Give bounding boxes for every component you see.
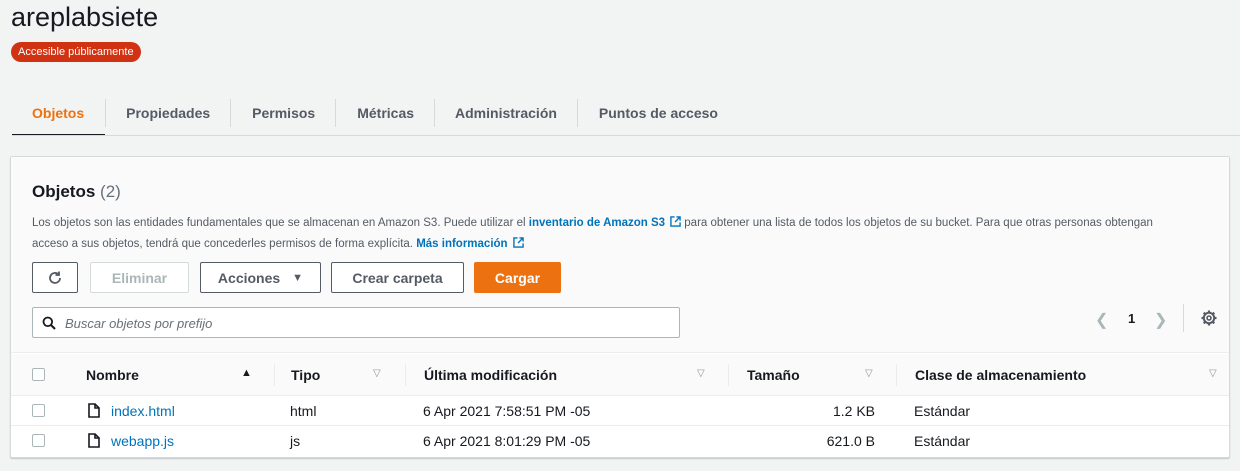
- object-last-modified: 6 Apr 2021 8:01:29 PM -05: [423, 433, 591, 449]
- tab-permissions[interactable]: Permisos: [231, 90, 335, 135]
- objects-description: Los objetos son las entidades fundamenta…: [32, 213, 1192, 255]
- caret-down-icon: ▼: [292, 271, 304, 284]
- object-size: 1.2 KB: [832, 403, 875, 419]
- create-folder-button[interactable]: Crear carpeta: [331, 262, 464, 293]
- s3-bucket-page: areplabsiete Accesible públicamente Obje…: [0, 0, 1240, 471]
- table-row: index.html html 6 Apr 2021 7:58:51 PM -0…: [11, 396, 1229, 426]
- actions-dropdown-button[interactable]: Acciones ▼: [200, 262, 321, 293]
- page-title: areplabsiete: [11, 2, 159, 32]
- tab-metrics[interactable]: Métricas: [336, 90, 434, 135]
- tab-bar: Objetos Propiedades Permisos Métricas Ad…: [12, 90, 738, 136]
- external-link-icon: [512, 237, 524, 248]
- tab-properties[interactable]: Propiedades: [106, 90, 230, 135]
- object-name-link[interactable]: index.html: [111, 403, 175, 419]
- search-placeholder: Buscar objetos por prefijo: [65, 316, 213, 331]
- column-header-name[interactable]: Nombre: [86, 367, 139, 383]
- learn-more-link[interactable]: Más información: [416, 238, 507, 250]
- objects-title: Objetos (2): [32, 182, 121, 202]
- current-page-number[interactable]: 1: [1128, 311, 1135, 326]
- refresh-button[interactable]: [32, 262, 78, 293]
- object-last-modified: 6 Apr 2021 7:58:51 PM -05: [423, 403, 591, 419]
- object-name-link[interactable]: webapp.js: [111, 433, 174, 449]
- tab-access-points[interactable]: Puntos de acceso: [578, 90, 738, 135]
- sort-icon[interactable]: ▽: [1209, 368, 1217, 379]
- description-text-1: Los objetos son las entidades fundamenta…: [32, 217, 529, 229]
- object-type: js: [290, 433, 301, 449]
- table-row: webapp.js js 6 Apr 2021 8:01:29 PM -05 6…: [11, 426, 1229, 456]
- tab-objects[interactable]: Objetos: [12, 90, 106, 136]
- column-divider: [405, 364, 406, 386]
- external-link-icon: [670, 216, 681, 227]
- objects-panel: Objetos (2) Los objetos son las entidade…: [10, 156, 1230, 458]
- row-checkbox[interactable]: [32, 434, 45, 447]
- refresh-icon: [49, 271, 61, 284]
- select-all-checkbox[interactable]: [32, 368, 45, 381]
- objects-panel-header: Objetos (2) Los objetos son las entidade…: [11, 157, 1229, 353]
- object-storage-class: Estándar: [914, 403, 971, 419]
- chevron-right-icon[interactable]: ❯: [1154, 310, 1167, 330]
- object-size: 621.0 B: [826, 433, 875, 449]
- sort-icon[interactable]: ▽: [373, 368, 381, 379]
- table-header: Nombre ▲ Tipo ▽ Última modificación ▽ Ta…: [11, 354, 1229, 396]
- column-header-type[interactable]: Tipo: [291, 367, 320, 383]
- objects-title-label: Objetos: [32, 182, 96, 201]
- gear-icon[interactable]: [1200, 309, 1218, 327]
- sort-ascending-icon[interactable]: ▲: [241, 367, 252, 379]
- s3-inventory-link[interactable]: inventario de Amazon S3: [529, 217, 665, 229]
- column-divider: [728, 364, 729, 386]
- search-input[interactable]: Buscar objetos por prefijo: [32, 307, 680, 338]
- delete-button[interactable]: Eliminar: [90, 262, 189, 293]
- upload-button[interactable]: Cargar: [474, 262, 561, 293]
- public-access-badge: Accesible públicamente: [11, 42, 141, 62]
- object-type: html: [290, 403, 317, 419]
- file-icon: [88, 433, 100, 448]
- column-divider: [274, 364, 275, 386]
- tabs-baseline: [12, 135, 1240, 136]
- column-header-size[interactable]: Tamaño: [747, 367, 800, 383]
- column-header-last-modified[interactable]: Última modificación: [424, 367, 557, 383]
- object-storage-class: Estándar: [914, 433, 971, 449]
- sort-icon[interactable]: ▽: [697, 368, 705, 379]
- column-header-storage-class[interactable]: Clase de almacenamiento: [915, 367, 1086, 383]
- tab-management[interactable]: Administración: [435, 90, 577, 135]
- column-divider: [896, 364, 897, 386]
- chevron-left-icon[interactable]: ❮: [1095, 310, 1108, 330]
- sort-icon[interactable]: ▽: [865, 368, 873, 379]
- actions-label: Acciones: [217, 269, 281, 286]
- row-checkbox[interactable]: [32, 404, 45, 417]
- pager-divider: [1183, 304, 1184, 332]
- search-icon: [42, 316, 56, 330]
- objects-count: (2): [100, 182, 121, 201]
- file-icon: [88, 403, 100, 418]
